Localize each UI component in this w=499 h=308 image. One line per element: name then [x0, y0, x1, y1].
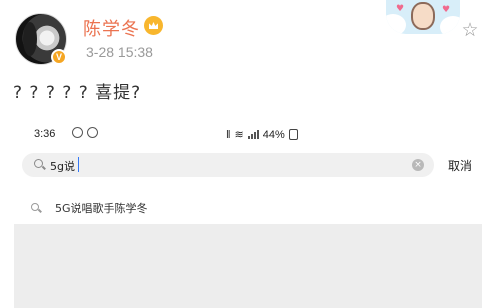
- search-query[interactable]: 5g说: [50, 158, 75, 174]
- empty-results-area: [14, 224, 482, 308]
- search-icon: [34, 159, 43, 168]
- notification-icon: [72, 127, 83, 138]
- status-right: ‖ ≋ 44%: [226, 128, 298, 141]
- battery-percent: 44%: [262, 128, 285, 141]
- post-timestamp: 3-28 15:38: [86, 44, 153, 60]
- status-time: 3:36: [34, 128, 56, 140]
- verified-badge-icon: V: [51, 49, 67, 65]
- suggestion-label: 5G说唱歌手陈学冬: [55, 202, 148, 215]
- list-item[interactable]: 5G说唱歌手陈学冬: [28, 198, 468, 218]
- search-icon: [31, 203, 39, 211]
- text-caret: [78, 157, 79, 172]
- clear-icon[interactable]: ×: [412, 159, 424, 171]
- wifi-icon: ≋: [234, 129, 244, 141]
- signal-icon: [247, 130, 259, 139]
- post-text: ? ? ? ? ? 喜提?: [13, 83, 142, 103]
- crown-icon: [144, 16, 163, 35]
- star-outline-icon[interactable]: ☆: [460, 20, 480, 40]
- search-input[interactable]: 5g说 ×: [22, 153, 434, 177]
- character-face: [411, 2, 435, 30]
- data-saver-icon: [87, 127, 98, 138]
- embedded-screenshot: 3:36 ‖ ≋ 44% 5g说 × 取消 5G说唱歌手陈学冬: [14, 118, 482, 308]
- status-left-icons: [72, 127, 98, 138]
- card-art-image[interactable]: ♥ ♥: [386, 0, 460, 34]
- cancel-button[interactable]: 取消: [448, 157, 472, 174]
- username[interactable]: 陈学冬: [83, 15, 140, 41]
- battery-icon: [288, 129, 298, 140]
- vibrate-icon: ‖: [226, 128, 231, 141]
